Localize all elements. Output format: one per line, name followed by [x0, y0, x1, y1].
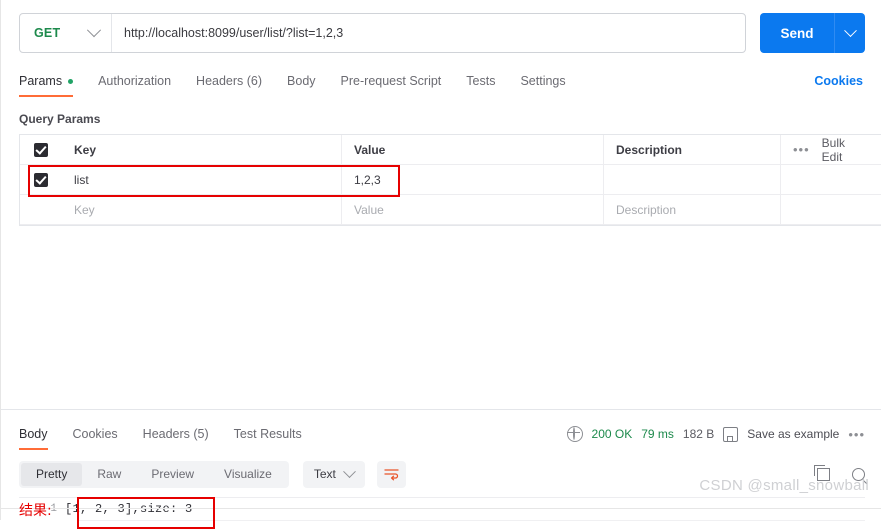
- response-tab-body[interactable]: Body: [19, 420, 48, 450]
- response-more-options-icon[interactable]: •••: [848, 427, 865, 442]
- row-select-cell-empty: [20, 195, 62, 224]
- empty-value-input[interactable]: Value: [342, 195, 604, 224]
- response-meta: 200 OK 79 ms 182 B Save as example •••: [566, 426, 865, 442]
- format-visualize[interactable]: Visualize: [209, 463, 287, 486]
- select-all-cell: [20, 135, 62, 164]
- send-group: Send: [760, 13, 865, 53]
- response-tab-test-results[interactable]: Test Results: [234, 420, 302, 448]
- response-status: 200 OK: [591, 427, 633, 441]
- format-raw[interactable]: Raw: [82, 463, 136, 486]
- empty-description-input[interactable]: Description: [604, 195, 781, 224]
- panel-bottom-border: [1, 508, 881, 509]
- row-tools-empty: [781, 195, 881, 224]
- response-area: Body Cookies Headers (5) Test Results 20…: [1, 409, 881, 529]
- response-size: 182 B: [682, 427, 715, 441]
- cookies-link[interactable]: Cookies: [814, 74, 863, 88]
- request-area: GET http://localhost:8099/user/list/?lis…: [1, 0, 881, 226]
- chevron-down-icon: [843, 23, 857, 37]
- http-method-label: GET: [34, 26, 61, 40]
- save-icon: [723, 426, 739, 442]
- content-type-select[interactable]: Text: [302, 460, 365, 488]
- chevron-down-icon: [343, 464, 356, 478]
- save-as-example-button[interactable]: Save as example: [747, 427, 839, 441]
- format-segmented-control: Pretty Raw Preview Visualize: [19, 460, 289, 488]
- row-select-cell: [20, 165, 62, 194]
- response-tab-cookies[interactable]: Cookies: [73, 420, 118, 448]
- column-header-key: Key: [62, 135, 342, 164]
- tab-params[interactable]: Params: [19, 67, 74, 97]
- response-body-text: [1, 2, 3],size: 3: [65, 502, 193, 516]
- code-line-divider: [79, 520, 865, 521]
- table-tools: ••• Bulk Edit: [781, 135, 881, 164]
- format-pretty[interactable]: Pretty: [21, 462, 83, 486]
- query-params-table: Key Value Description ••• Bulk Edit list…: [19, 134, 881, 226]
- content-type-label: Text: [313, 467, 336, 481]
- column-header-description: Description: [604, 135, 781, 164]
- request-body-spacer: [1, 226, 881, 409]
- tab-settings[interactable]: Settings: [520, 67, 565, 95]
- table-row: list 1,2,3: [20, 165, 881, 195]
- select-all-checkbox[interactable]: [34, 142, 48, 157]
- empty-key-input[interactable]: Key: [62, 195, 342, 224]
- url-input[interactable]: http://localhost:8099/user/list/?list=1,…: [112, 14, 745, 52]
- tab-authorization[interactable]: Authorization: [98, 67, 171, 95]
- postman-window: GET http://localhost:8099/user/list/?lis…: [0, 0, 881, 529]
- wrap-lines-button[interactable]: [376, 460, 406, 488]
- tab-params-label: Params: [19, 74, 63, 88]
- response-code-line: 1 [1, 2, 3],size: 3: [19, 498, 865, 520]
- tab-tests[interactable]: Tests: [466, 67, 495, 95]
- row-key-input[interactable]: list: [62, 165, 342, 194]
- params-active-dot-icon: [68, 78, 74, 84]
- table-row-empty: Key Value Description: [20, 195, 881, 225]
- send-button[interactable]: Send: [760, 13, 834, 53]
- bulk-edit-button[interactable]: Bulk Edit: [822, 136, 867, 164]
- format-preview[interactable]: Preview: [136, 463, 209, 486]
- column-header-value: Value: [342, 135, 604, 164]
- http-method-select[interactable]: GET: [20, 14, 112, 52]
- table-header-row: Key Value Description ••• Bulk Edit: [20, 135, 881, 165]
- annotation-result-label: 结果:: [19, 503, 52, 519]
- send-options-button[interactable]: [834, 13, 865, 53]
- more-options-icon[interactable]: •••: [793, 143, 810, 156]
- watermark: CSDN @small_snowball: [699, 477, 869, 494]
- globe-icon: [566, 426, 583, 442]
- row-checkbox[interactable]: [34, 172, 48, 187]
- row-value-input[interactable]: 1,2,3: [342, 165, 604, 194]
- tab-headers[interactable]: Headers (6): [196, 67, 262, 95]
- chevron-down-icon: [86, 23, 102, 38]
- tab-body[interactable]: Body: [287, 67, 316, 95]
- url-row: GET http://localhost:8099/user/list/?lis…: [19, 13, 865, 53]
- request-tabs: Params Authorization Headers (6) Body Pr…: [19, 67, 865, 97]
- response-tab-headers[interactable]: Headers (5): [143, 420, 209, 448]
- response-time: 79 ms: [641, 427, 674, 441]
- wrap-lines-icon: [384, 468, 399, 480]
- response-tabs-row: Body Cookies Headers (5) Test Results 20…: [19, 419, 865, 450]
- row-tools: [781, 165, 881, 194]
- row-description-input[interactable]: [604, 165, 781, 194]
- tab-pre-request-script[interactable]: Pre-request Script: [341, 67, 442, 95]
- url-box: GET http://localhost:8099/user/list/?lis…: [19, 13, 746, 53]
- query-params-title: Query Params: [19, 112, 101, 126]
